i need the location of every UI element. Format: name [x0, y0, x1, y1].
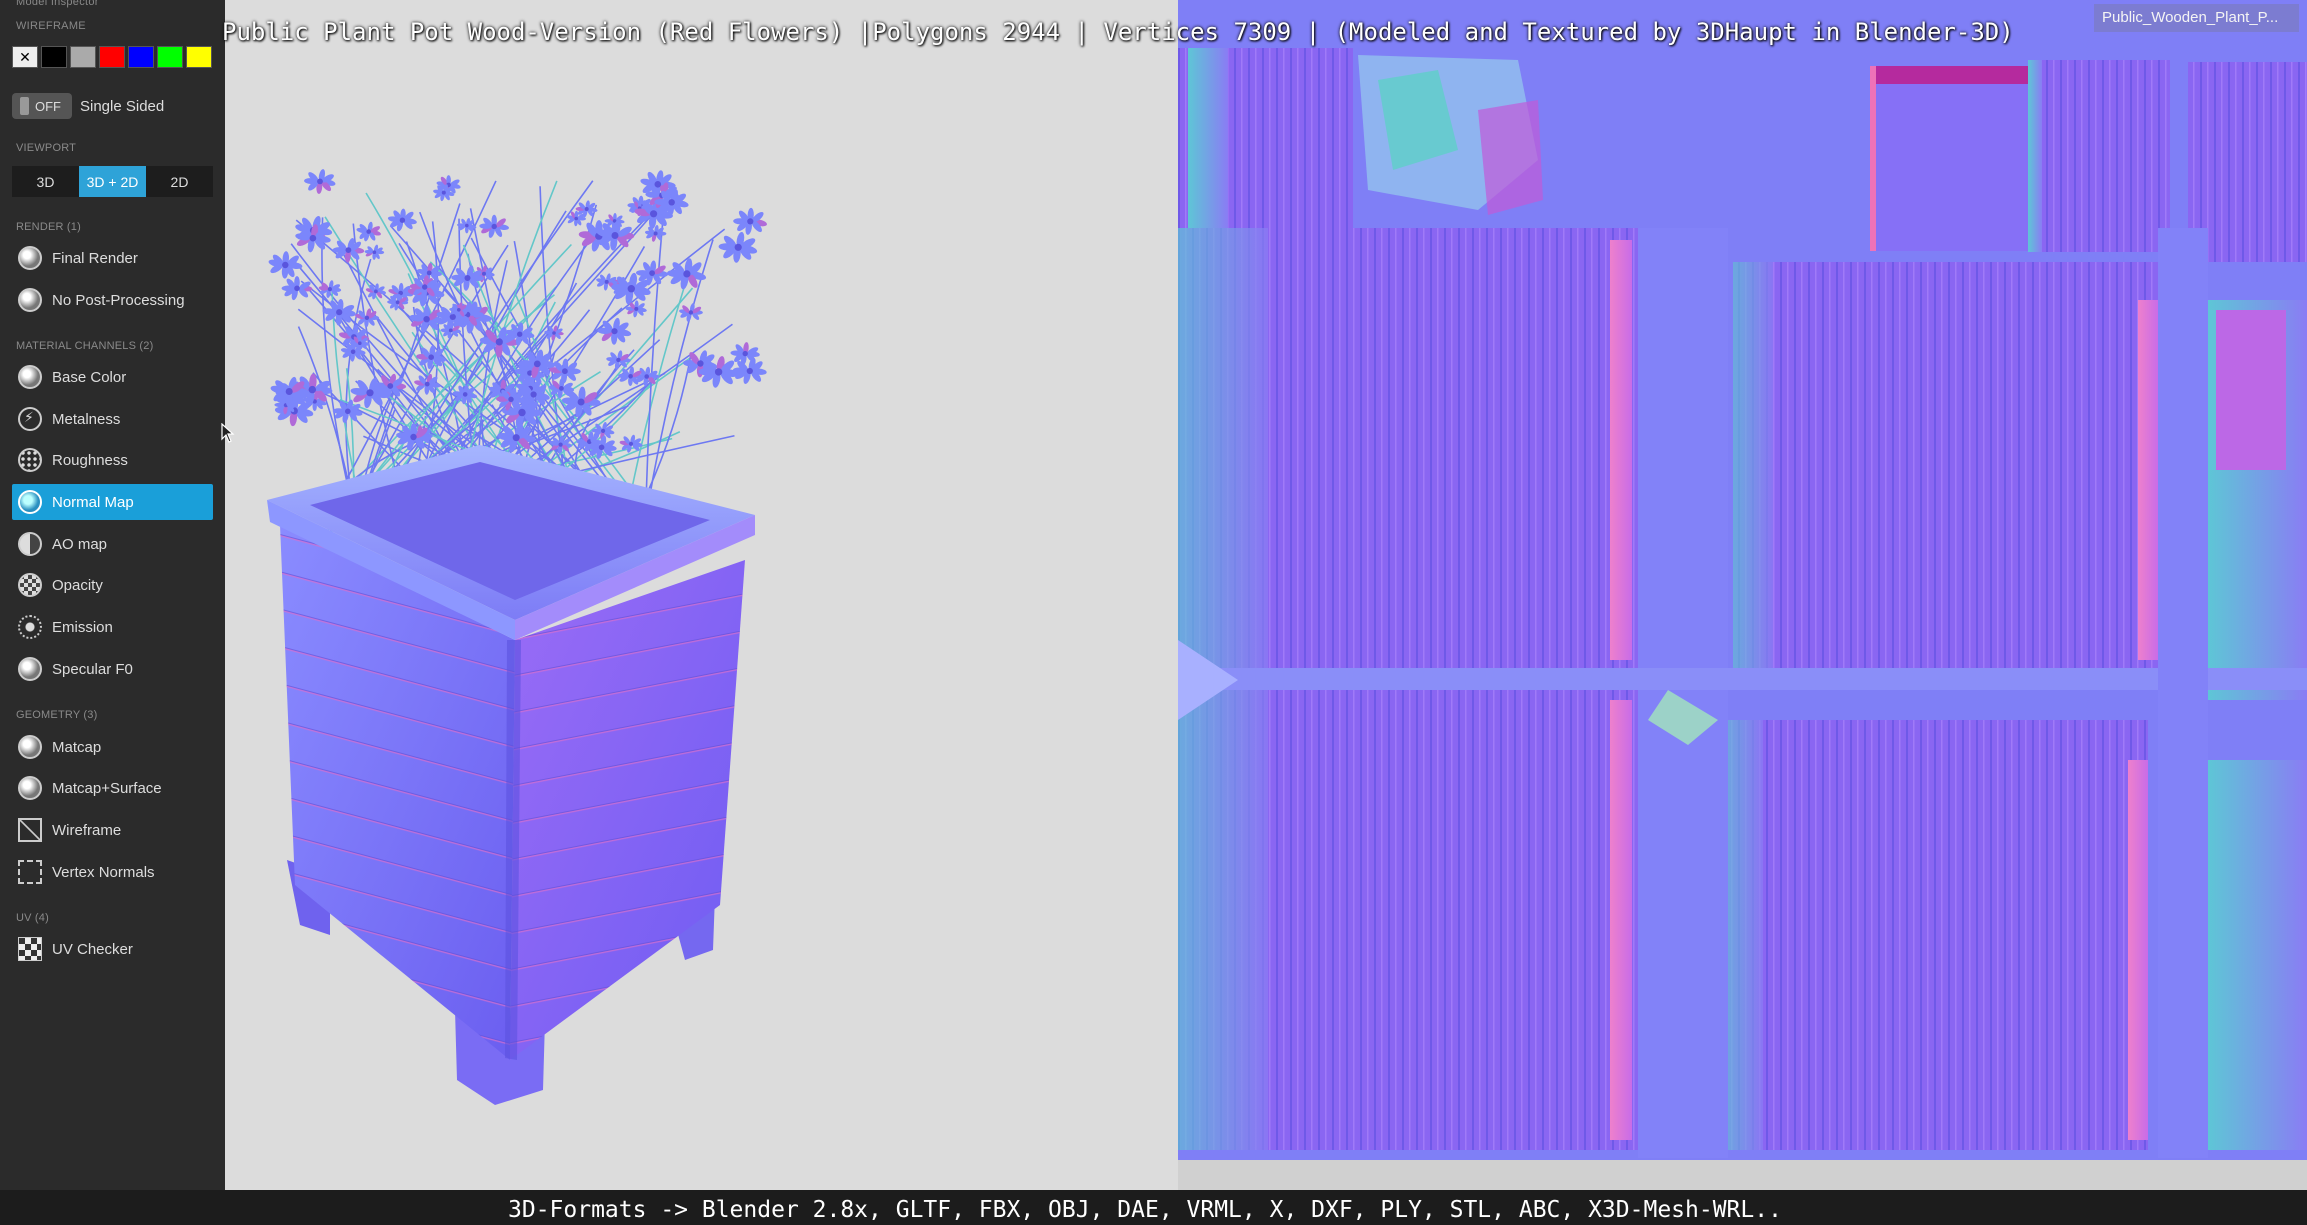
- emission-icon: [18, 615, 42, 639]
- menu-metalness[interactable]: Metalness: [12, 401, 213, 437]
- swatch-none-icon[interactable]: ✕: [12, 46, 38, 68]
- uv-section-label: UV (4): [16, 912, 49, 924]
- menu-label: Wireframe: [52, 821, 122, 839]
- wireframe-color-swatches: ✕: [12, 46, 212, 68]
- menu-final-render[interactable]: Final Render: [12, 240, 213, 276]
- metalness-icon: [18, 407, 42, 431]
- menu-emission[interactable]: Emission: [12, 609, 213, 645]
- material-channels-section-label: MATERIAL CHANNELS (2): [16, 340, 154, 352]
- menu-label: Roughness: [52, 451, 128, 469]
- viewport-3d2d-button[interactable]: 3D + 2D: [79, 166, 146, 197]
- texture-view-bottom-strip: [1178, 1160, 2307, 1190]
- roughness-icon: [18, 448, 42, 472]
- formats-caption: 3D-Formats -> Blender 2.8x, GLTF, FBX, O…: [508, 1197, 1782, 1223]
- ao-map-icon: [18, 532, 42, 556]
- specular-f0-icon: [18, 657, 42, 681]
- mouse-cursor-icon: [221, 423, 235, 443]
- menu-matcap[interactable]: Matcap: [12, 729, 213, 765]
- menu-label: Emission: [52, 618, 113, 636]
- 3d-viewport[interactable]: [225, 0, 1178, 1190]
- viewport-2d-button[interactable]: 2D: [146, 166, 213, 197]
- menu-label: No Post-Processing: [52, 291, 185, 309]
- wireframe-icon: [18, 818, 42, 842]
- base-color-icon: [18, 365, 42, 389]
- menu-base-color[interactable]: Base Color: [12, 359, 213, 395]
- menu-normal-map[interactable]: Normal Map: [12, 484, 213, 520]
- menu-label: Vertex Normals: [52, 863, 155, 881]
- viewport-3d-button[interactable]: 3D: [12, 166, 79, 197]
- swatch-yellow[interactable]: [186, 46, 212, 68]
- swatch-green[interactable]: [157, 46, 183, 68]
- menu-uv-checker[interactable]: UV Checker: [12, 931, 213, 967]
- vertex-normals-icon: [18, 860, 42, 884]
- uv-texture-viewport[interactable]: [1178, 0, 2307, 1160]
- uv-checker-icon: [18, 937, 42, 961]
- menu-opacity[interactable]: Opacity: [12, 567, 213, 603]
- matcap-icon: [18, 735, 42, 759]
- menu-specular-f0[interactable]: Specular F0: [12, 651, 213, 687]
- menu-label: Specular F0: [52, 660, 133, 678]
- opacity-icon: [18, 573, 42, 597]
- model-inspector-panel: Model Inspector WIREFRAME ✕ OFF Single S…: [0, 0, 225, 1225]
- matcap-surface-icon: [18, 776, 42, 800]
- menu-ao-map[interactable]: AO map: [12, 526, 213, 562]
- menu-label: Base Color: [52, 368, 127, 386]
- single-sided-toggle[interactable]: OFF: [12, 93, 72, 119]
- geometry-section-label: GEOMETRY (3): [16, 709, 98, 721]
- swatch-blue[interactable]: [128, 46, 154, 68]
- menu-label: Matcap: [52, 738, 102, 756]
- menu-wireframe[interactable]: Wireframe: [12, 812, 213, 848]
- viewport-section-label: VIEWPORT: [16, 142, 77, 154]
- swatch-red[interactable]: [99, 46, 125, 68]
- single-sided-row: OFF Single Sided: [12, 93, 164, 119]
- model-filename-tag: Public_Wooden_Plant_P...: [2094, 4, 2299, 32]
- viewport-switch: 3D 3D + 2D 2D: [12, 166, 213, 197]
- single-sided-label: Single Sided: [80, 97, 165, 115]
- swatch-grey[interactable]: [70, 46, 96, 68]
- final-render-icon: [18, 246, 42, 270]
- menu-vertex-normals[interactable]: Vertex Normals: [12, 854, 213, 890]
- no-post-processing-icon: [18, 288, 42, 312]
- menu-label: Metalness: [52, 410, 121, 428]
- menu-label: AO map: [52, 535, 108, 553]
- wireframe-section-label: WIREFRAME: [16, 20, 86, 32]
- menu-label: Opacity: [52, 576, 103, 594]
- panel-header: Model Inspector: [16, 0, 99, 8]
- menu-label: Final Render: [52, 249, 138, 267]
- render-section-label: RENDER (1): [16, 221, 81, 233]
- menu-matcap-surface[interactable]: Matcap+Surface: [12, 770, 213, 806]
- menu-label: Matcap+Surface: [52, 779, 162, 797]
- video-title-overlay: Public Plant Pot Wood-Version (Red Flowe…: [222, 18, 2014, 46]
- plant-pot-render: [267, 169, 767, 1105]
- menu-label: UV Checker: [52, 940, 133, 958]
- normal-map-texture: [1178, 0, 2307, 1160]
- menu-no-post-processing[interactable]: No Post-Processing: [12, 282, 213, 318]
- menu-roughness[interactable]: Roughness: [12, 442, 213, 478]
- normal-map-icon: [18, 490, 42, 514]
- swatch-black[interactable]: [41, 46, 67, 68]
- menu-label: Normal Map: [52, 493, 134, 511]
